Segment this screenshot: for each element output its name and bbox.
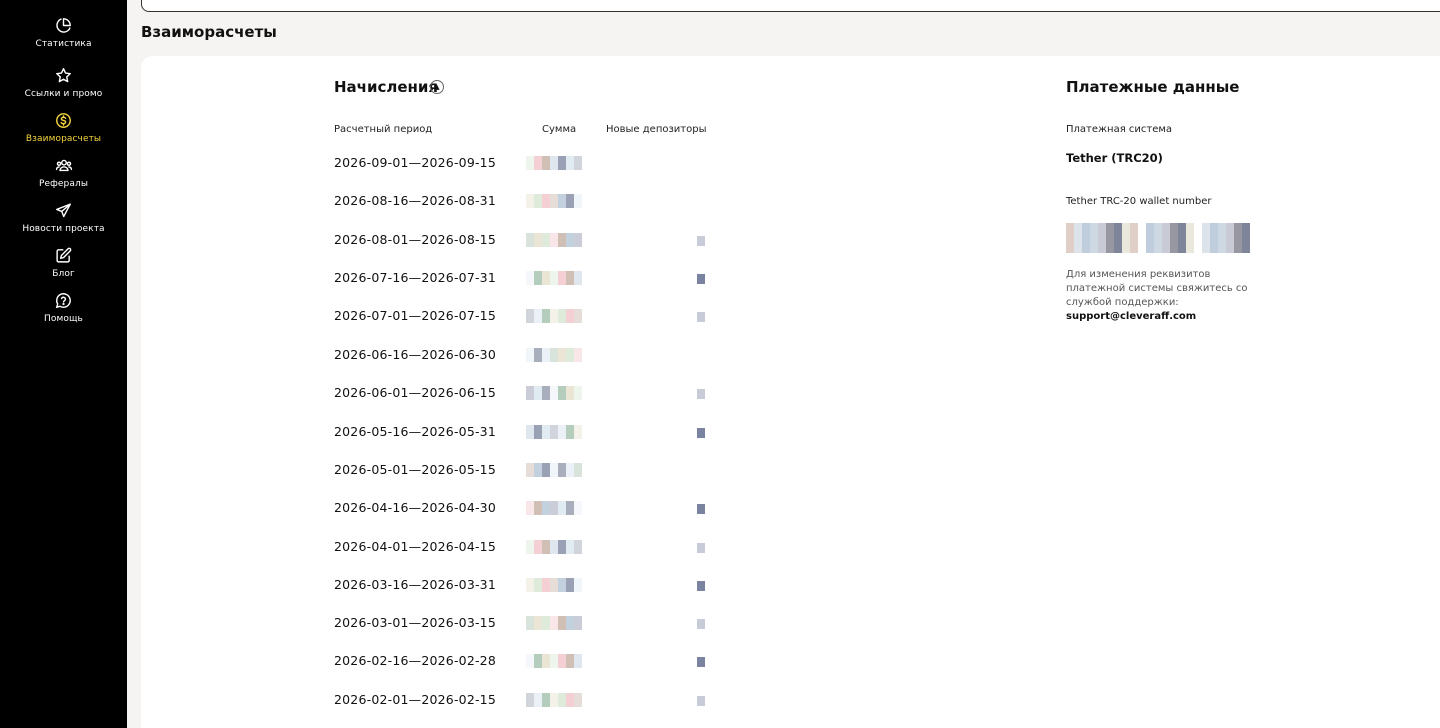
row-amount-redacted	[526, 654, 582, 668]
row-depositors-redacted	[697, 312, 705, 326]
payment-system-value: Tether (TRC20)	[1066, 151, 1163, 165]
column-header-period: Расчетный период	[334, 124, 433, 135]
sidebar-item-statistics[interactable]: Статистика	[0, 17, 127, 49]
row-depositors-redacted	[697, 428, 705, 442]
row-period: 2026-05-01—2026-05-15	[334, 462, 496, 477]
row-depositors-redacted	[697, 696, 705, 710]
column-header-amount: Сумма	[542, 124, 577, 135]
sidebar-item-blog[interactable]: Блог	[0, 247, 127, 279]
sidebar-item-label: Взаиморасчеты	[25, 134, 102, 144]
row-depositors-redacted	[697, 274, 705, 288]
row-depositors-redacted	[697, 389, 705, 403]
sidebar-item-links-promo[interactable]: Ссылки и промо	[0, 67, 127, 99]
wallet-label: Tether TRC-20 wallet number	[1066, 196, 1212, 207]
sidebar-item-label: Ссылки и промо	[24, 89, 103, 99]
support-email-link[interactable]: support@cleveraff.com	[1066, 311, 1196, 322]
sidebar-item-label: Блог	[52, 269, 75, 279]
sidebar-item-label: Помощь	[44, 314, 83, 324]
row-amount-redacted	[526, 194, 582, 208]
support-note-text: Для изменения реквизитов платежной систе…	[1066, 269, 1248, 308]
row-amount-redacted	[526, 348, 582, 362]
top-search-field[interactable]	[141, 0, 1440, 12]
row-amount-redacted	[526, 463, 582, 477]
star-icon	[56, 68, 71, 83]
row-period: 2026-04-01—2026-04-15	[334, 539, 496, 554]
row-amount-redacted	[526, 425, 582, 439]
row-period: 2026-06-16—2026-06-30	[334, 347, 496, 362]
wallet-number-redacted	[1066, 223, 1250, 253]
row-period: 2026-09-01—2026-09-15	[334, 155, 496, 170]
sidebar-item-help[interactable]: Помощь	[0, 292, 127, 324]
row-period: 2026-02-01—2026-02-15	[334, 692, 496, 707]
row-amount-redacted	[526, 540, 582, 554]
sidebar-item-label: Статистика	[35, 39, 92, 49]
row-period: 2026-02-16—2026-02-28	[334, 653, 496, 668]
row-period: 2026-08-16—2026-08-31	[334, 193, 496, 208]
row-period: 2026-08-01—2026-08-15	[334, 232, 496, 247]
row-depositors-redacted	[697, 504, 705, 518]
row-period: 2026-04-16—2026-04-30	[334, 500, 496, 515]
row-period: 2026-05-16—2026-05-31	[334, 424, 496, 439]
column-header-depositors: Новые депозиторы	[606, 124, 707, 135]
row-amount-redacted	[526, 156, 582, 170]
row-amount-redacted	[526, 271, 582, 285]
row-amount-redacted	[526, 233, 582, 247]
dollar-circle-icon	[56, 113, 71, 128]
triangle-up-icon: ▲	[434, 83, 440, 91]
users-icon	[55, 159, 72, 172]
pie-chart-icon	[56, 18, 71, 33]
row-depositors-redacted	[697, 543, 705, 557]
paper-plane-icon	[56, 203, 71, 218]
row-period: 2026-07-16—2026-07-31	[334, 270, 496, 285]
row-period: 2026-06-01—2026-06-15	[334, 385, 496, 400]
help-circle-icon	[55, 293, 71, 309]
row-depositors-redacted	[697, 236, 705, 250]
row-period: 2026-07-01—2026-07-15	[334, 308, 496, 323]
page-title: Взаиморасчеты	[141, 23, 277, 41]
row-depositors-redacted	[697, 581, 705, 595]
sidebar-item-referrals[interactable]: Рефералы	[0, 157, 127, 189]
row-amount-redacted	[526, 386, 582, 400]
row-amount-redacted	[526, 693, 582, 707]
edit-icon	[56, 247, 72, 263]
row-amount-redacted	[526, 309, 582, 323]
row-amount-redacted	[526, 616, 582, 630]
row-period: 2026-03-16—2026-03-31	[334, 577, 496, 592]
sidebar-item-label: Рефералы	[38, 179, 89, 189]
row-depositors-redacted	[697, 657, 705, 671]
row-depositors-redacted	[697, 619, 705, 633]
sort-button[interactable]: ▲	[430, 80, 444, 94]
sidebar: Статистика Ссылки и промо Взаиморасчеты …	[0, 0, 127, 728]
sidebar-item-news[interactable]: Новости проекта	[0, 202, 127, 234]
payment-title: Платежные данные	[1066, 78, 1240, 96]
row-amount-redacted	[526, 501, 582, 515]
row-period: 2026-03-01—2026-03-15	[334, 615, 496, 630]
row-amount-redacted	[526, 578, 582, 592]
accruals-title: Начисления	[334, 78, 439, 96]
sidebar-item-label: Новости проекта	[22, 224, 105, 234]
sidebar-item-settlements[interactable]: Взаиморасчеты	[0, 112, 127, 144]
support-note: Для изменения реквизитов платежной систе…	[1066, 268, 1266, 324]
payment-system-label: Платежная система	[1066, 124, 1173, 135]
